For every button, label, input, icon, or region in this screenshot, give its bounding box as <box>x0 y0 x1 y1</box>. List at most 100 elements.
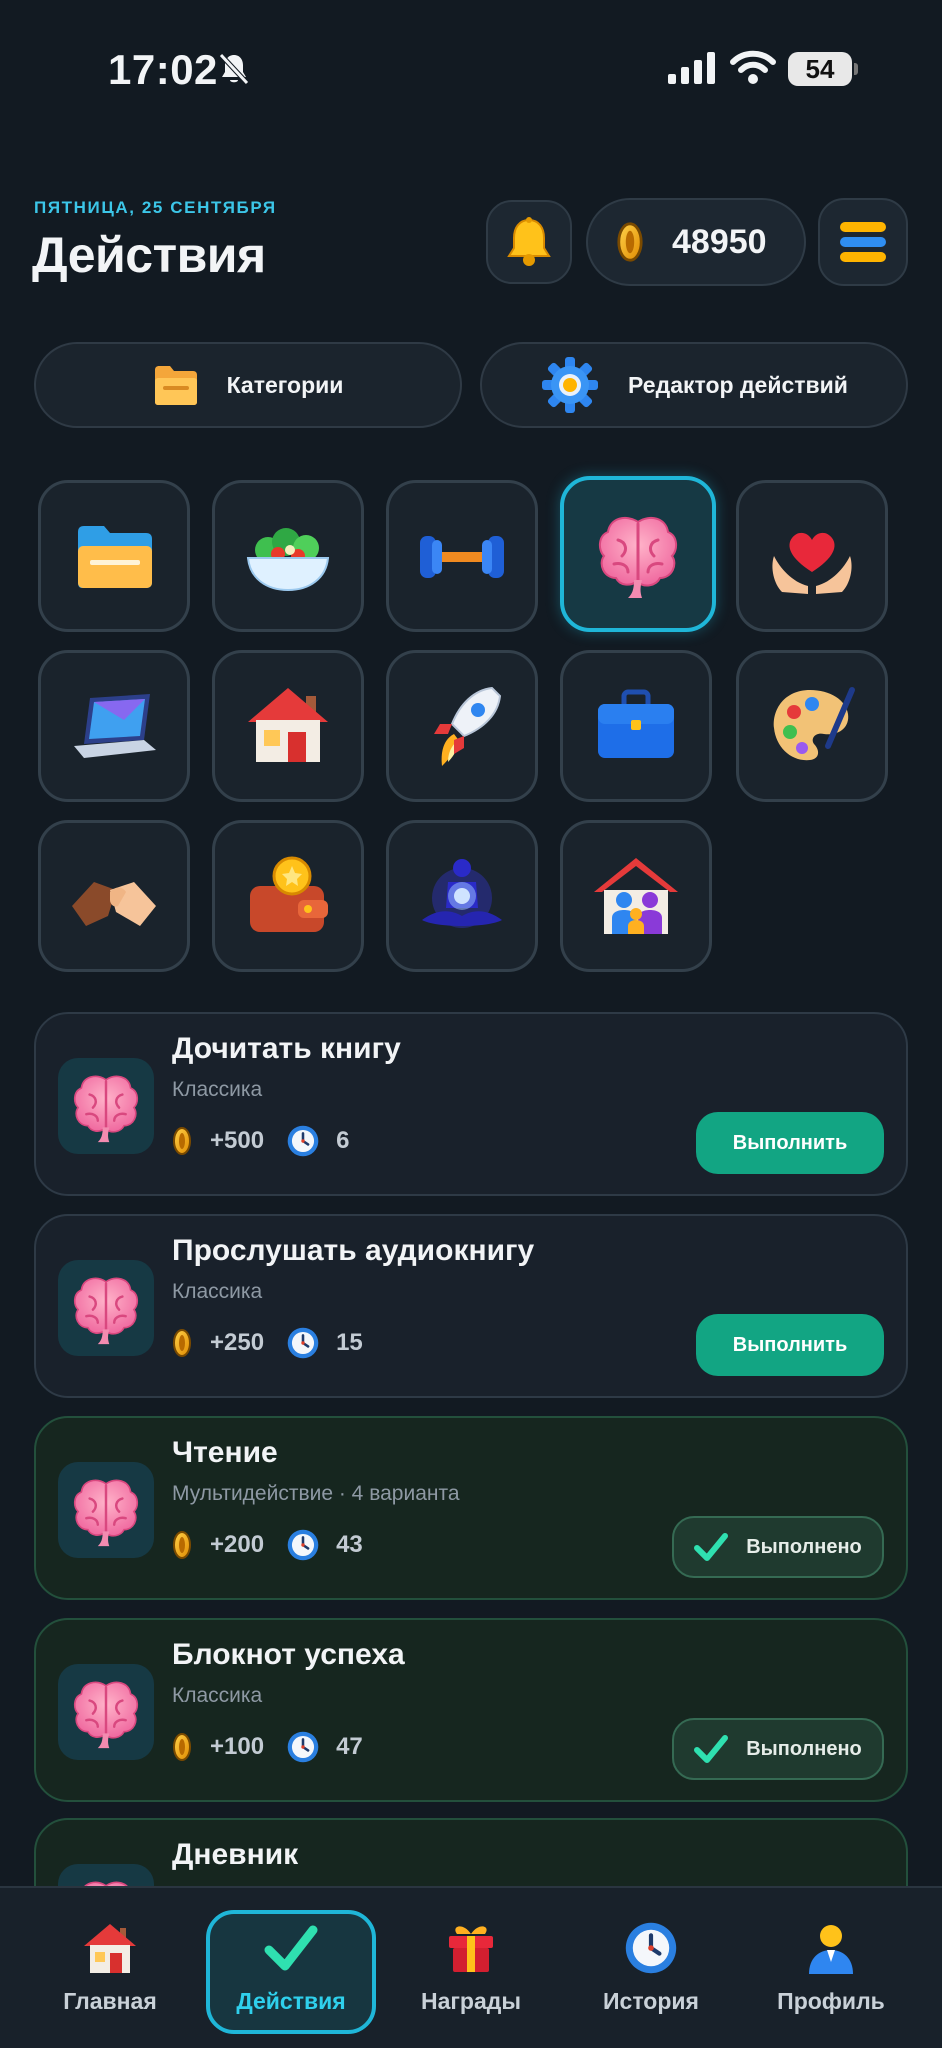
coin-balance: 48950 <box>672 222 767 261</box>
complete-button[interactable]: Выполнить <box>696 1112 884 1174</box>
page-title: Действия <box>32 227 266 283</box>
menu-icon <box>840 222 886 262</box>
meditation-icon <box>422 859 502 928</box>
nav-home[interactable]: Главная <box>25 1910 195 2034</box>
action-type: Мультидействие · 4 варианта <box>172 1482 460 1505</box>
action-card[interactable]: Блокнот успеха Классика +100 47 Выполнен… <box>34 1618 908 1802</box>
checkmark-icon <box>694 1735 729 1763</box>
house-icon <box>248 688 328 762</box>
coin-icon <box>172 1530 192 1560</box>
nav-rewards[interactable]: Награды <box>386 1910 556 2034</box>
laptop-icon <box>74 694 156 758</box>
profile-icon <box>809 1925 853 1974</box>
battery-indicator: 54 <box>788 52 858 86</box>
category-finance[interactable] <box>212 820 364 972</box>
completed-button[interactable]: Выполнено <box>672 1516 884 1578</box>
handshake-icon <box>72 882 156 926</box>
coin-icon <box>172 1328 192 1358</box>
category-relationships[interactable] <box>38 820 190 972</box>
action-reward: +500 <box>210 1127 265 1154</box>
nav-actions[interactable]: Действия <box>206 1910 376 2034</box>
coin-icon <box>616 221 644 263</box>
nav-home-label: Главная <box>63 1988 157 2014</box>
action-count: 15 <box>336 1329 363 1356</box>
folder-icon <box>78 526 152 588</box>
category-creativity[interactable] <box>736 650 888 802</box>
folder-icon <box>154 366 197 405</box>
clock-icon <box>623 1920 679 1976</box>
action-count: 43 <box>336 1531 363 1558</box>
action-reward: +250 <box>210 1329 265 1356</box>
clock-icon <box>286 1326 320 1360</box>
completed-label: Выполнено <box>746 1737 862 1760</box>
action-count: 47 <box>336 1733 363 1760</box>
action-meta: +250 15 <box>172 1326 363 1360</box>
action-reward: +200 <box>210 1531 265 1558</box>
nav-profile-label: Профиль <box>777 1988 885 2014</box>
action-title: Прослушать аудиокнигу <box>172 1234 535 1267</box>
bell-icon <box>507 217 551 266</box>
briefcase-icon <box>598 689 674 758</box>
bottom-navigation: Главная Действия Награды История Профиль <box>0 1886 942 2048</box>
notifications-button[interactable] <box>486 200 572 284</box>
category-folder[interactable] <box>38 480 190 632</box>
categories-button[interactable]: Категории <box>34 342 462 428</box>
action-category-icon <box>58 1058 154 1154</box>
action-type: Классика <box>172 1684 263 1707</box>
brain-icon <box>65 1671 147 1753</box>
action-title: Дневник <box>172 1838 299 1871</box>
gift-icon <box>449 1926 493 1972</box>
brain-icon <box>65 1469 147 1551</box>
action-meta: +500 6 <box>172 1124 349 1158</box>
nav-history[interactable]: История <box>566 1910 736 2034</box>
category-family[interactable] <box>560 820 712 972</box>
action-card[interactable]: Дочитать книгу Классика +500 6 Выполнить <box>34 1012 908 1196</box>
brain-icon <box>588 504 688 604</box>
action-card[interactable]: Прослушать аудиокнигу Классика +250 15 В… <box>34 1214 908 1398</box>
coin-balance-button[interactable]: 48950 <box>586 198 806 286</box>
family-home-icon <box>594 858 678 934</box>
wifi-icon <box>730 50 776 84</box>
nav-actions-label: Действия <box>236 1988 346 2014</box>
complete-button[interactable]: Выполнить <box>696 1314 884 1376</box>
gear-icon <box>542 357 599 413</box>
category-home[interactable] <box>212 650 364 802</box>
action-category-icon <box>58 1462 154 1558</box>
brain-icon <box>65 1065 147 1147</box>
palette-icon <box>773 687 855 761</box>
action-type: Классика <box>172 1078 263 1101</box>
action-title: Чтение <box>172 1436 278 1469</box>
cellular-signal-icon <box>668 52 715 84</box>
rocket-icon <box>434 686 502 766</box>
menu-button[interactable] <box>818 198 908 286</box>
clock-icon <box>286 1730 320 1764</box>
category-sport[interactable] <box>386 480 538 632</box>
action-title: Дочитать книгу <box>172 1032 401 1065</box>
action-card[interactable]: Чтение Мультидействие · 4 варианта +200 … <box>34 1416 908 1600</box>
category-tech[interactable] <box>38 650 190 802</box>
heart-hands-icon <box>772 532 852 594</box>
category-health[interactable] <box>736 480 888 632</box>
category-meditation[interactable] <box>386 820 538 972</box>
action-editor-label: Редактор действий <box>628 371 848 398</box>
category-goals[interactable] <box>386 650 538 802</box>
status-time: 17:02 <box>108 46 218 93</box>
date-label: ПЯТНИЦА, 25 СЕНТЯБРЯ <box>34 198 277 217</box>
dumbbell-icon <box>420 536 504 578</box>
category-mind[interactable] <box>560 476 716 632</box>
action-type: Классика <box>172 1280 263 1303</box>
action-meta: +100 47 <box>172 1730 363 1764</box>
action-meta: +200 43 <box>172 1528 363 1562</box>
category-work[interactable] <box>560 650 712 802</box>
action-reward: +100 <box>210 1733 265 1760</box>
completed-button[interactable]: Выполнено <box>672 1718 884 1780</box>
silent-mode-icon <box>219 53 249 85</box>
clock-icon <box>286 1528 320 1562</box>
wallet-icon <box>250 856 328 932</box>
action-editor-button[interactable]: Редактор действий <box>480 342 908 428</box>
categories-label: Категории <box>226 371 344 398</box>
category-food[interactable] <box>212 480 364 632</box>
action-category-icon <box>58 1260 154 1356</box>
action-count: 6 <box>336 1127 350 1154</box>
nav-profile[interactable]: Профиль <box>746 1910 916 2034</box>
